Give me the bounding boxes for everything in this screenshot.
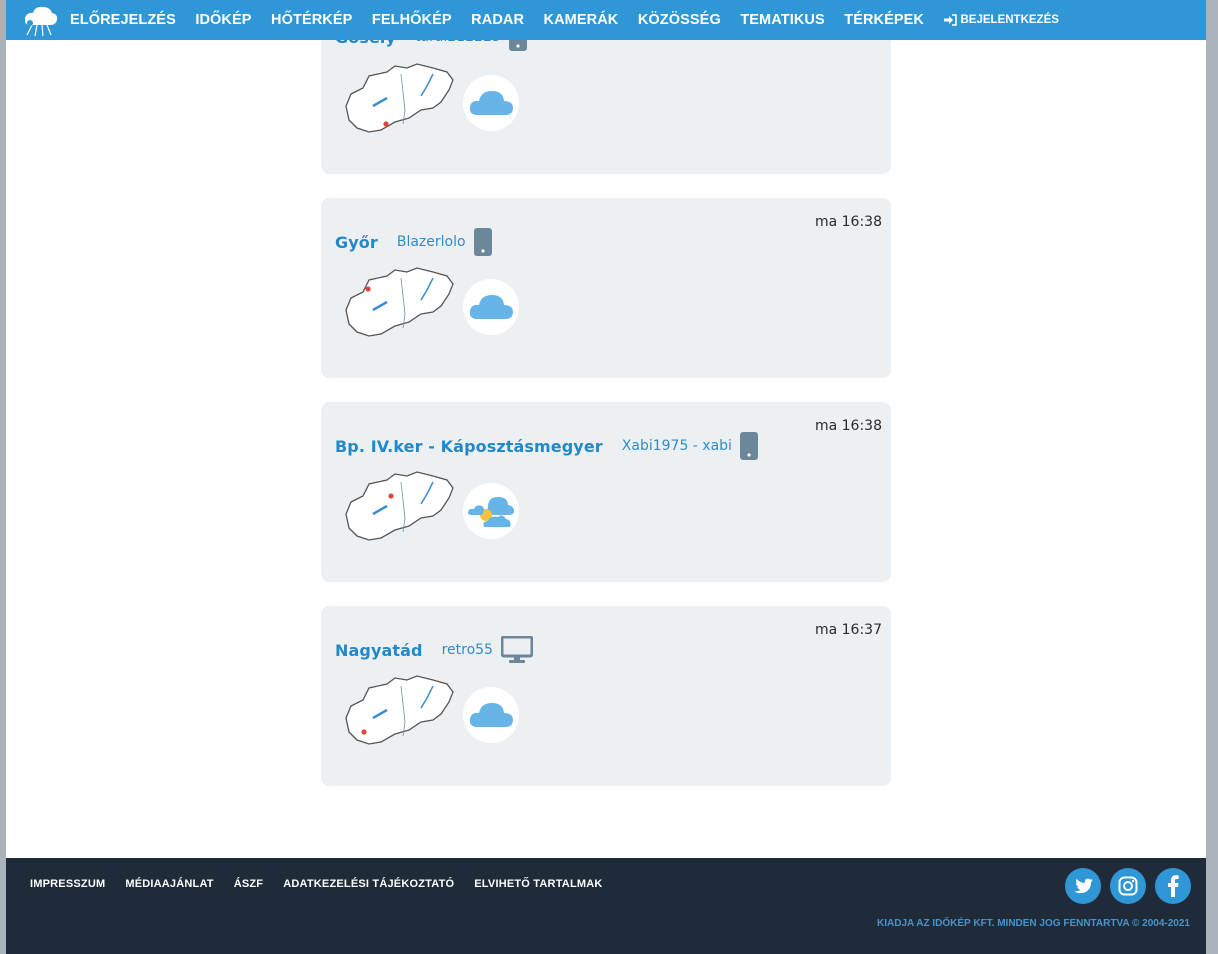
weather-cloudy-icon (463, 687, 519, 743)
hungary-map-thumbnail[interactable] (343, 266, 455, 342)
post-time: ma 16:37 (814, 622, 882, 638)
footer-link-elviheto[interactable]: ELVIHETŐ TARTALMAK (474, 878, 602, 890)
hungary-map-thumbnail[interactable] (343, 674, 455, 750)
login-button[interactable]: BEJELENTKEZÉS (943, 14, 1059, 26)
phone-icon (473, 228, 492, 256)
site-footer: IMPRESSZUM MÉDIAAJÁNLAT ÁSZF ADATKEZELÉS… (6, 858, 1206, 954)
page-content: Gosely tarai212225 ma 16:38 Győr Blazerl… (6, 0, 1206, 954)
location-link[interactable]: Győr (335, 233, 378, 252)
nav-item-radar[interactable]: RADAR (471, 12, 524, 28)
nav-item-elorejelzes[interactable]: ELŐREJELZÉS (70, 12, 176, 28)
weather-cloudy-icon (463, 75, 519, 131)
copyright-text: KIADJA AZ IDŐKÉP KFT. MINDEN JOG FENNTAR… (877, 918, 1190, 929)
desktop-icon (500, 636, 533, 664)
nav-item-tematikus[interactable]: TEMATIKUS (740, 12, 824, 28)
user-link[interactable]: Xabi1975 - xabi (622, 438, 732, 454)
nav-item-felhokep[interactable]: FELHŐKÉP (372, 12, 452, 28)
weather-partly-sunny-icon (463, 483, 519, 539)
nav-item-kozosseg[interactable]: KÖZÖSSÉG (638, 12, 721, 28)
feed-card-header: Nagyatád retro55 (335, 636, 533, 664)
facebook-icon[interactable] (1155, 868, 1191, 904)
weather-cloudy-icon (463, 279, 519, 335)
twitter-icon[interactable] (1065, 868, 1101, 904)
user-link[interactable]: Blazerlolo (397, 234, 466, 250)
top-navbar: ELŐREJELZÉS IDŐKÉP HŐTÉRKÉP FELHŐKÉP RAD… (6, 0, 1206, 40)
login-label: BEJELENTKEZÉS (960, 14, 1059, 26)
footer-link-adatkezelesi[interactable]: ADATKEZELÉSI TÁJÉKOZTATÓ (283, 878, 454, 890)
feed-card-header: Bp. IV.ker - Káposztásmegyer Xabi1975 - … (335, 432, 758, 460)
nav-item-hoterkep[interactable]: HŐTÉRKÉP (271, 12, 352, 28)
nav-item-kamerak[interactable]: KAMERÁK (544, 12, 619, 28)
footer-link-mediaajanlat[interactable]: MÉDIAAJÁNLAT (125, 878, 213, 890)
cloud-umbrella-logo-icon[interactable] (24, 5, 58, 41)
post-time: ma 16:38 (814, 418, 882, 434)
instagram-icon[interactable] (1110, 868, 1146, 904)
main-menu: ELŐREJELZÉS IDŐKÉP HŐTÉRKÉP FELHŐKÉP RAD… (70, 0, 1059, 40)
nav-item-terkepek[interactable]: TÉRKÉPEK (844, 12, 924, 28)
nav-item-idokep[interactable]: IDŐKÉP (195, 12, 251, 28)
footer-link-aszf[interactable]: ÁSZF (234, 878, 264, 890)
hungary-map-thumbnail[interactable] (343, 62, 455, 138)
location-link[interactable]: Nagyatád (335, 641, 423, 660)
feed-card: ma 16:37 Nagyatád retro55 (321, 606, 891, 786)
phone-icon (739, 432, 758, 460)
post-time: ma 16:38 (814, 214, 882, 230)
feed-card: ma 16:38 Győr Blazerlolo (321, 198, 891, 378)
location-link[interactable]: Bp. IV.ker - Káposztásmegyer (335, 437, 603, 456)
footer-links: IMPRESSZUM MÉDIAAJÁNLAT ÁSZF ADATKEZELÉS… (30, 878, 623, 890)
hungary-map-thumbnail[interactable] (343, 470, 455, 546)
feed-card-header: Győr Blazerlolo (335, 228, 492, 256)
footer-link-impresszum[interactable]: IMPRESSZUM (30, 878, 105, 890)
social-links (1056, 868, 1191, 904)
sign-in-icon (943, 14, 957, 26)
user-link[interactable]: retro55 (442, 642, 493, 658)
feed-card: ma 16:38 Bp. IV.ker - Káposztásmegyer Xa… (321, 402, 891, 582)
